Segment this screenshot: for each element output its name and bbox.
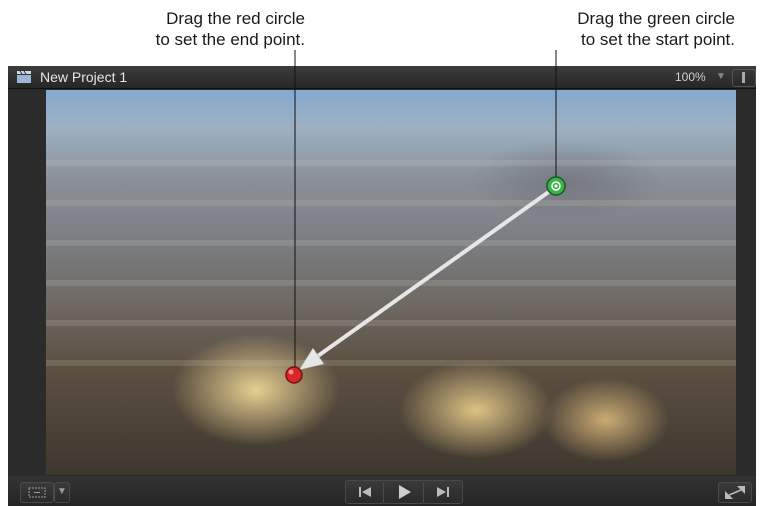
end-point-handle[interactable]: [285, 366, 303, 384]
start-point-handle[interactable]: [546, 176, 566, 196]
annotation-overlay: [285, 50, 566, 384]
direction-arrow: [298, 189, 552, 371]
